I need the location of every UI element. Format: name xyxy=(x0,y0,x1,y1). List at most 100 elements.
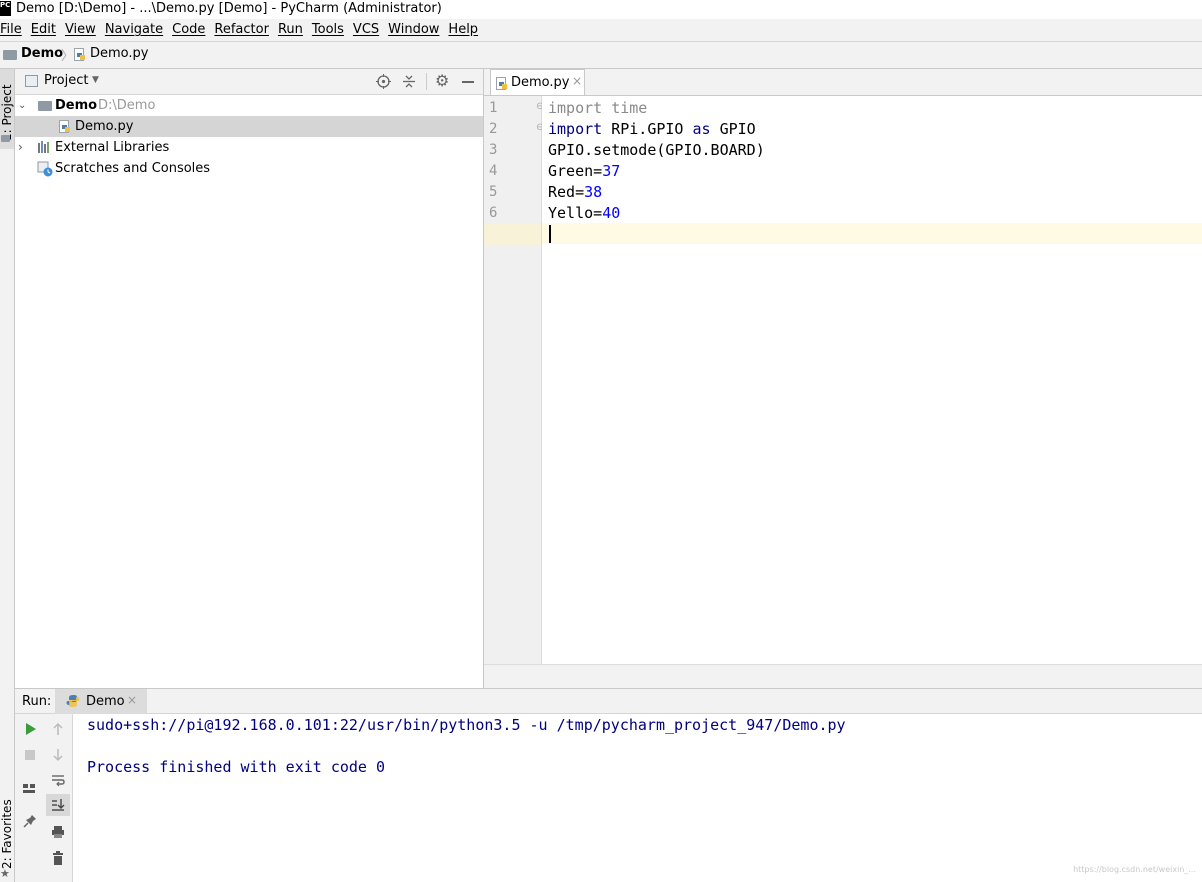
tree-item-demo-project[interactable]: ⌄ Demo D:\Demo xyxy=(15,95,483,116)
breadcrumb-separator-icon: 〉 xyxy=(61,49,75,64)
close-icon[interactable]: × xyxy=(127,693,137,707)
menu-vcs[interactable]: VCS xyxy=(353,20,379,40)
python-file-icon xyxy=(59,120,70,133)
python-file-icon xyxy=(496,77,507,90)
left-tool-stripe: 1: Project 2: Favorites ★ xyxy=(0,69,15,882)
run-panel-header: Run: Demo × xyxy=(15,688,1202,714)
run-console[interactable]: sudo+ssh://pi@192.168.0.101:22/usr/bin/p… xyxy=(73,714,1202,882)
menu-run[interactable]: Run xyxy=(278,20,303,40)
pin-icon[interactable] xyxy=(23,814,37,828)
menu-code[interactable]: Code xyxy=(172,20,205,40)
project-panel-title[interactable]: Project xyxy=(44,73,88,88)
menu-edit[interactable]: Edit xyxy=(31,20,56,40)
chevron-down-icon[interactable]: ⌄ xyxy=(18,95,26,116)
breadcrumb: Demo 〉 Demo.py xyxy=(0,41,1202,69)
menu-refactor[interactable]: Refactor xyxy=(214,20,269,40)
hide-icon[interactable] xyxy=(462,81,474,83)
menu-tools[interactable]: Tools xyxy=(312,20,344,40)
collapse-all-icon[interactable] xyxy=(402,74,416,89)
run-tab-label: Demo xyxy=(86,694,125,709)
watermark: https://blog.csdn.net/weixin_... xyxy=(1073,865,1196,874)
code-line-1: import time xyxy=(548,98,647,119)
tree-item-label: External Libraries xyxy=(55,140,170,155)
dropdown-arrow-icon[interactable]: ▼ xyxy=(92,75,99,85)
menu-bar: File Edit View Navigate Code Refactor Ru… xyxy=(0,19,1202,41)
line-number: 5 xyxy=(489,184,498,200)
rerun-icon[interactable] xyxy=(23,722,37,736)
scratches-icon xyxy=(37,161,53,177)
tree-item-label: Scratches and Consoles xyxy=(55,161,211,176)
breadcrumb-file[interactable]: Demo.py xyxy=(90,46,148,61)
editor-tab-label: Demo.py xyxy=(511,75,570,90)
gear-icon[interactable]: ⚙ xyxy=(435,71,449,90)
keyword: import xyxy=(548,120,603,138)
project-panel: Project ▼ ⚙ ⌄ Demo D:\Demo Demo.py › Ext… xyxy=(15,69,484,688)
close-icon[interactable]: × xyxy=(572,74,582,88)
favorites-tool-label[interactable]: 2: Favorites xyxy=(0,799,14,869)
number-literal: 37 xyxy=(602,162,621,180)
code-token: RPi.GPIO xyxy=(602,120,693,138)
editor-tab-demo-py[interactable]: Demo.py × xyxy=(490,69,585,95)
keyword: import xyxy=(548,99,603,117)
run-label: Run: xyxy=(22,694,52,709)
text-caret xyxy=(549,225,551,243)
folder-icon xyxy=(3,50,17,60)
menu-navigate[interactable]: Navigate xyxy=(105,20,163,40)
editor-tab-bar: Demo.py × xyxy=(484,69,1202,96)
library-icon xyxy=(38,141,49,153)
python-icon xyxy=(66,695,80,707)
python-file-icon xyxy=(74,48,85,61)
project-tool-label: 1: Project xyxy=(0,84,14,141)
breadcrumb-project[interactable]: Demo xyxy=(21,46,63,61)
number-literal: 38 xyxy=(584,183,603,201)
code-editor[interactable]: import time import RPi.GPIO as GPIO GPIO… xyxy=(542,96,1202,664)
arrow-up-icon[interactable] xyxy=(51,722,65,736)
toolbar-divider xyxy=(426,73,427,90)
menu-view[interactable]: View xyxy=(65,20,96,40)
arrow-down-icon[interactable] xyxy=(51,748,65,762)
line-number: 1 xyxy=(489,100,498,116)
tree-item-path: D:\Demo xyxy=(98,98,156,113)
line-number: 4 xyxy=(489,163,498,179)
code-token: Green= xyxy=(548,162,603,180)
console-line: sudo+ssh://pi@192.168.0.101:22/usr/bin/p… xyxy=(87,716,846,734)
line-number: 6 xyxy=(489,205,498,221)
trash-icon[interactable] xyxy=(51,851,65,865)
tree-item-demo-py[interactable]: Demo.py xyxy=(15,116,483,137)
tree-item-external-libraries[interactable]: › External Libraries xyxy=(15,137,483,158)
keyword: as xyxy=(692,120,711,138)
soft-wrap-icon[interactable] xyxy=(51,773,65,787)
code-line-5: Red=38 xyxy=(548,182,602,203)
tree-item-label: Demo.py xyxy=(75,119,134,134)
folder-icon xyxy=(38,101,52,111)
code-line-6: Yello=40 xyxy=(548,203,620,224)
run-toolbar xyxy=(15,714,73,882)
project-view-icon xyxy=(25,75,38,87)
menu-file[interactable]: File xyxy=(0,20,22,40)
stop-icon[interactable] xyxy=(25,750,35,760)
locate-icon[interactable] xyxy=(376,74,391,89)
layout-icon[interactable] xyxy=(22,781,36,795)
code-token: time xyxy=(602,99,648,117)
pycharm-logo-icon: PC xyxy=(0,1,11,16)
title-bar: PC Demo [D:\Demo] - ...\Demo.py [Demo] -… xyxy=(0,0,1202,19)
star-icon: ★ xyxy=(0,867,10,880)
current-line-gutter xyxy=(484,224,541,245)
scroll-to-end-button[interactable] xyxy=(46,794,70,816)
menu-window[interactable]: Window xyxy=(388,20,439,40)
scroll-to-end-icon xyxy=(52,799,65,811)
project-panel-header: Project ▼ ⚙ xyxy=(15,69,483,95)
console-line: Process finished with exit code 0 xyxy=(87,758,386,776)
print-icon[interactable] xyxy=(51,825,65,839)
chevron-right-icon[interactable]: › xyxy=(18,137,23,158)
window-title: Demo [D:\Demo] - ...\Demo.py [Demo] - Py… xyxy=(16,1,442,16)
tree-item-scratches[interactable]: Scratches and Consoles xyxy=(15,158,483,179)
menu-help[interactable]: Help xyxy=(448,20,478,40)
number-literal: 40 xyxy=(602,204,621,222)
code-line-3: GPIO.setmode(GPIO.BOARD) xyxy=(548,141,765,159)
code-token: Yello= xyxy=(548,204,603,222)
editor-bottom-strip xyxy=(484,664,1202,688)
line-number: 3 xyxy=(489,142,498,158)
run-tab-demo[interactable]: Demo × xyxy=(55,689,147,714)
project-folder-icon xyxy=(1,135,10,142)
